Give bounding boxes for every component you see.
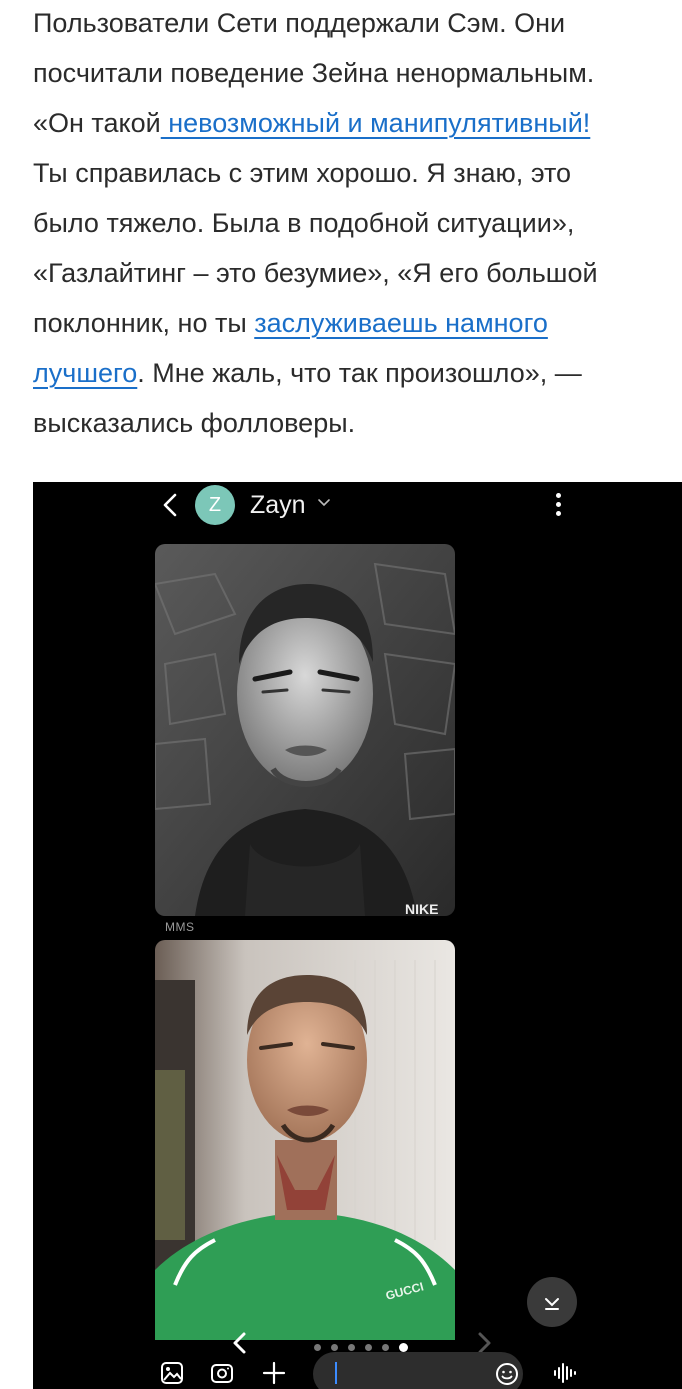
mms-photo-color[interactable]: GUCCI — [155, 940, 455, 1340]
plus-icon[interactable] — [261, 1360, 287, 1386]
link-deserve-better[interactable]: заслуживаешь намного — [254, 308, 548, 338]
link-deserve-better-cont[interactable]: лучшего — [33, 358, 137, 388]
mms-photo-bw[interactable]: NIKE — [155, 544, 455, 916]
text-caret — [335, 1362, 337, 1384]
brand-logo: NIKE — [405, 901, 438, 916]
chevron-left-icon[interactable] — [156, 490, 186, 520]
chevron-down-icon[interactable] — [317, 498, 331, 508]
message-input-container[interactable] — [313, 1352, 523, 1389]
pager-dot-active[interactable] — [399, 1343, 408, 1353]
paragraph: Пользователи Сети поддержали Сэм. Они по… — [33, 8, 598, 438]
voice-wave-icon[interactable] — [552, 1360, 578, 1386]
pager-dot[interactable] — [348, 1344, 355, 1352]
camera-icon[interactable] — [209, 1360, 235, 1386]
pager-dot[interactable] — [365, 1344, 372, 1352]
pager-dot[interactable] — [314, 1344, 321, 1352]
pager-dots — [314, 1339, 418, 1353]
message-input[interactable] — [343, 1352, 487, 1389]
contact-name[interactable]: Zayn — [250, 490, 306, 520]
mms-label: MMS — [165, 920, 195, 934]
gallery-icon[interactable] — [159, 1360, 185, 1386]
link-impossible-manipulative[interactable]: невозможный и манипулятивный! — [161, 108, 590, 138]
more-vertical-icon[interactable] — [552, 493, 564, 519]
scroll-down-button[interactable] — [527, 1277, 577, 1327]
embedded-chat-screenshot: Z Zayn NIKE MMS GUCCI — [33, 482, 682, 1389]
avatar[interactable]: Z — [195, 485, 235, 525]
chevron-down-icon — [545, 1298, 559, 1310]
emoji-icon[interactable] — [495, 1362, 519, 1386]
article-text: Пользователи Сети поддержали Сэм. Они по… — [33, 0, 673, 450]
chat-header: Z Zayn — [33, 482, 682, 528]
pager-dot[interactable] — [382, 1344, 389, 1352]
message-composer — [33, 1352, 682, 1389]
pager-dot[interactable] — [331, 1344, 338, 1352]
